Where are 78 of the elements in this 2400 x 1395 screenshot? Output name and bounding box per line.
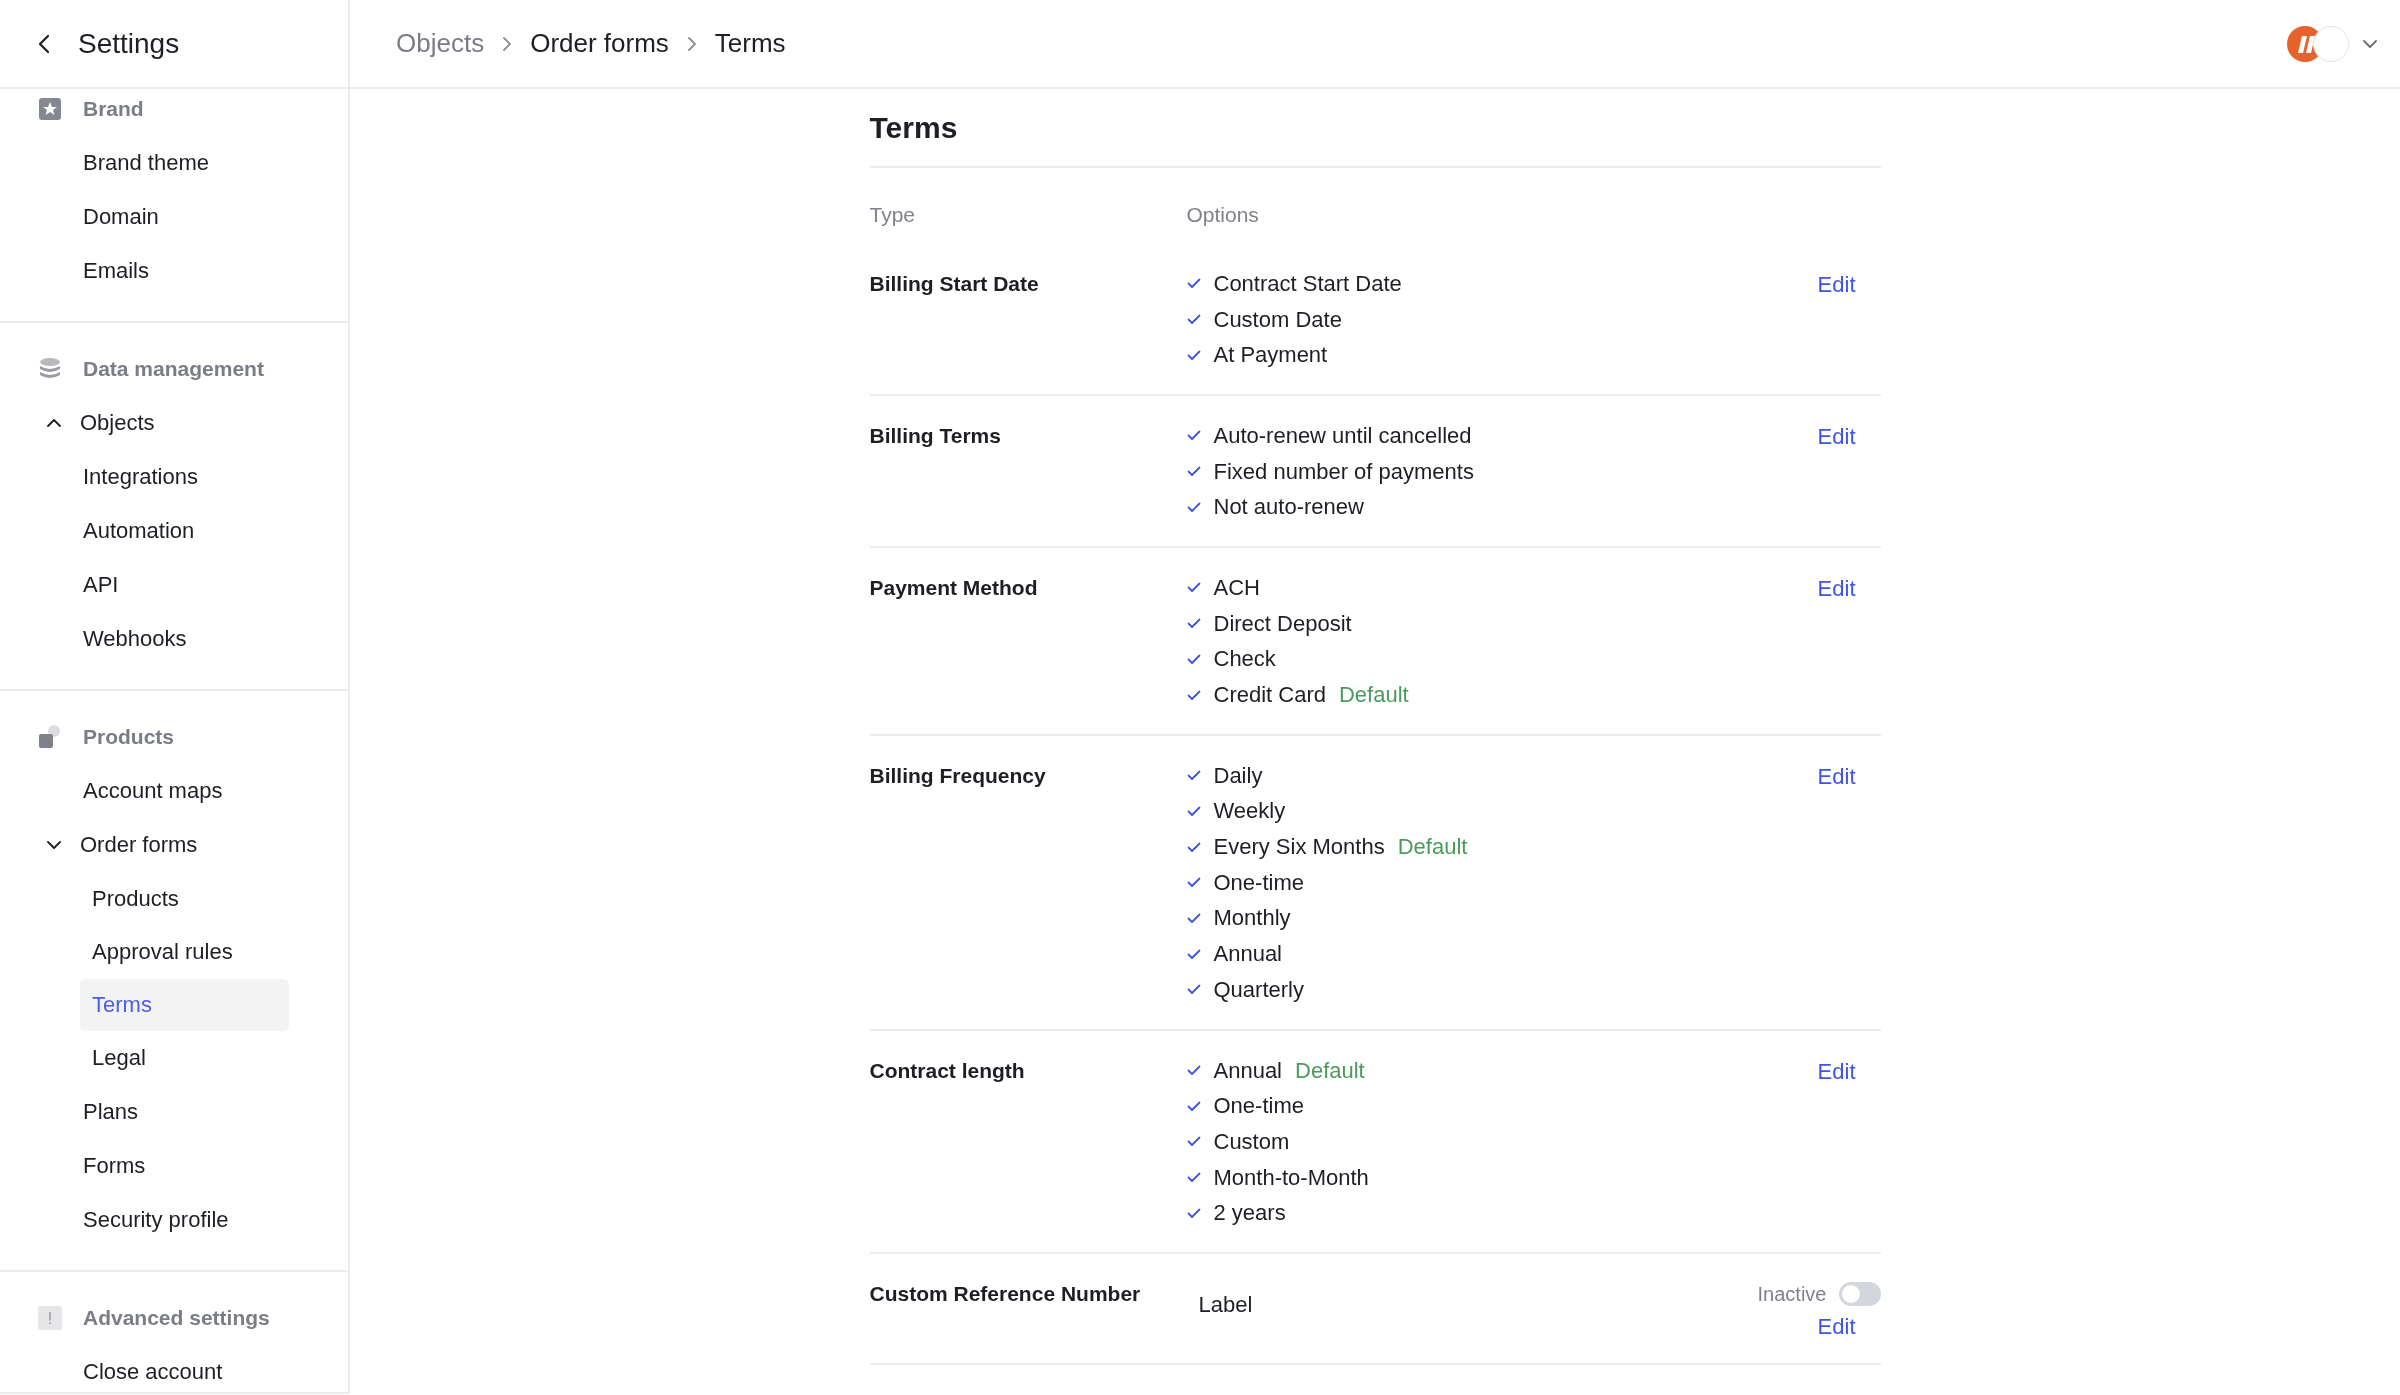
section-title: Products [83, 725, 174, 749]
edit-link[interactable]: Edit [1817, 1312, 1856, 1343]
option-label: Custom [1213, 1128, 1290, 1155]
nav-item[interactable]: Order forms [0, 818, 348, 872]
option-label: 2 years [1213, 1200, 1286, 1227]
option-label: At Payment [1213, 342, 1328, 369]
section-title: Data management [83, 357, 264, 381]
nav-item[interactable]: Account maps [0, 764, 348, 818]
page-title: Terms [869, 90, 1881, 168]
default-label: Default [1339, 682, 1409, 709]
nav-item[interactable]: API [0, 558, 348, 612]
breadcrumb-link[interactable]: Objects [396, 28, 485, 59]
section-title: Advanced settings [83, 1306, 270, 1330]
account-avatar-icon[interactable] [2286, 24, 2350, 63]
option-label: Custom Date [1213, 306, 1342, 333]
nav-item[interactable]: Webhooks [0, 612, 348, 666]
option-label: Annual [1213, 941, 1282, 968]
option-label: Annual [1213, 1057, 1282, 1084]
column-header: Type [869, 203, 917, 227]
nav-item[interactable]: Terms [80, 979, 289, 1031]
nav-item[interactable]: Integrations [0, 450, 348, 504]
nav-item[interactable]: Products [80, 873, 289, 925]
edit-link[interactable]: Edit [1817, 1052, 1856, 1232]
chevron-icon [46, 418, 62, 428]
term-type: Billing Frequency [869, 762, 1047, 789]
chevron-right-icon [686, 35, 697, 52]
option-label: ACH [1213, 574, 1260, 601]
option-label: Monthly [1213, 905, 1291, 932]
term-type: Custom Reference Number [869, 1281, 1142, 1308]
nav-item[interactable]: Legal [80, 1032, 289, 1084]
option-label: One-time [1213, 1093, 1304, 1120]
back-icon[interactable] [38, 33, 50, 54]
default-label: Default [1295, 1057, 1365, 1084]
toggle-switch[interactable] [1838, 1282, 1881, 1307]
nav-item[interactable]: Objects [0, 396, 348, 450]
chevron-right-icon [502, 35, 513, 52]
option-label: One-time [1213, 869, 1304, 896]
option-label: Month-to-Month [1213, 1164, 1369, 1191]
chevron-icon [46, 840, 62, 850]
alert-icon [38, 1304, 62, 1332]
option-label: Fixed number of payments [1213, 458, 1474, 485]
nav-item[interactable]: Brand theme [0, 136, 348, 190]
nav-item[interactable]: Plans [0, 1085, 348, 1139]
column-header: Options [1186, 203, 1259, 227]
option-label: Quarterly [1213, 976, 1304, 1003]
option-label: Contract Start Date [1213, 270, 1402, 297]
option-label: Direct Deposit [1213, 610, 1352, 637]
nav-item[interactable]: Approval rules [80, 926, 289, 978]
option-label: Not auto-renew [1213, 494, 1364, 521]
nav-item[interactable]: Emails [0, 244, 348, 298]
option-label: Check [1213, 646, 1276, 673]
option-label: Weekly [1213, 798, 1286, 825]
nav-item[interactable]: Automation [0, 504, 348, 558]
nav-item[interactable]: Security profile [0, 1193, 348, 1247]
option-label: Credit Card [1213, 682, 1326, 709]
term-type: Payment Method [869, 575, 1039, 602]
database-icon [38, 357, 62, 381]
term-type: Billing Terms [869, 423, 1002, 450]
term-type: Billing Start Date [869, 271, 1040, 297]
default-label: Default [1397, 834, 1468, 861]
edit-link[interactable]: Edit [1817, 418, 1856, 526]
edit-link[interactable]: Edit [1817, 757, 1856, 1008]
nav-item[interactable]: Domain [0, 190, 348, 244]
section-title: Brand [83, 97, 144, 121]
option-label: Auto-renew until cancelled [1213, 422, 1472, 449]
nav-item[interactable]: Close account [0, 1345, 348, 1392]
status-label: Inactive [1757, 1282, 1827, 1306]
edit-link[interactable]: Edit [1817, 570, 1856, 713]
field-label: Label [1198, 1292, 1254, 1319]
nav-item[interactable]: Forms [0, 1139, 348, 1193]
term-type: Contract length [869, 1057, 1026, 1084]
option-label: Every Six Months [1213, 834, 1385, 861]
shapes-icon [38, 725, 62, 749]
option-label: Daily [1213, 762, 1263, 789]
edit-link[interactable]: Edit [1817, 266, 1856, 374]
settings-title: Settings [78, 27, 180, 60]
breadcrumb-link[interactable]: Order forms [530, 28, 669, 59]
dropdown-caret-icon[interactable] [2362, 38, 2378, 49]
